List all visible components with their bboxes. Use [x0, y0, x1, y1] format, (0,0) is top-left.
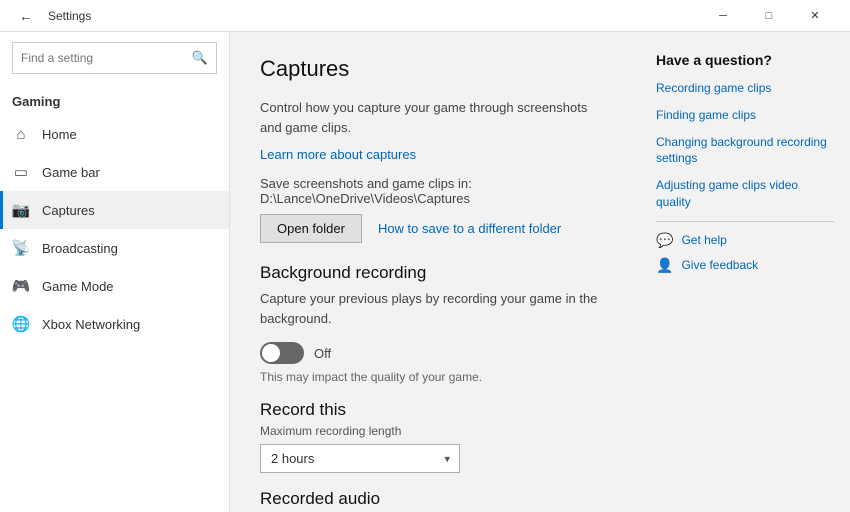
help-link-adjusting[interactable]: Adjusting game clips video quality [656, 177, 834, 211]
titlebar: ← Settings ─ □ ✕ [0, 0, 850, 32]
background-recording-desc: Capture your previous plays by recording… [260, 289, 610, 328]
record-this-title: Record this [260, 400, 610, 420]
close-button[interactable]: ✕ [792, 0, 838, 32]
main-content: Captures Control how you capture your ga… [230, 32, 640, 512]
sidebar-item-label: Broadcasting [42, 241, 118, 256]
minimize-button[interactable]: ─ [700, 0, 746, 32]
sidebar-item-label: Home [42, 127, 77, 142]
learn-more-link[interactable]: Learn more about captures [260, 147, 416, 162]
page-description: Control how you capture your game throug… [260, 98, 610, 137]
background-toggle[interactable] [260, 342, 304, 364]
sidebar-section-label: Gaming [0, 84, 229, 115]
toggle-knob [262, 344, 280, 362]
sidebar-item-broadcasting[interactable]: 📡 Broadcasting [0, 229, 229, 267]
sidebar-item-label: Xbox Networking [42, 317, 140, 332]
maximize-button[interactable]: □ [746, 0, 792, 32]
game-bar-icon: ▭ [12, 163, 30, 181]
sidebar-item-game-mode[interactable]: 🎮 Game Mode [0, 267, 229, 305]
help-link-finding[interactable]: Finding game clips [656, 107, 834, 124]
help-divider [656, 221, 834, 222]
broadcasting-icon: 📡 [12, 239, 30, 257]
sidebar: 🔍 Gaming ⌂ Home ▭ Game bar 📷 Captures 📡 … [0, 32, 230, 512]
main-container: 🔍 Gaming ⌂ Home ▭ Game bar 📷 Captures 📡 … [0, 32, 850, 512]
open-folder-button[interactable]: Open folder [260, 214, 362, 243]
game-mode-icon: 🎮 [12, 277, 30, 295]
folder-button-row: Open folder How to save to a different f… [260, 214, 610, 243]
recorded-audio-title: Recorded audio [260, 489, 610, 509]
window-controls: ─ □ ✕ [700, 0, 838, 32]
help-link-changing[interactable]: Changing background recording settings [656, 134, 834, 168]
help-link-recording[interactable]: Recording game clips [656, 80, 834, 97]
max-length-label: Maximum recording length [260, 424, 610, 438]
get-help-label: Get help [681, 233, 726, 247]
sidebar-item-label: Captures [42, 203, 95, 218]
give-feedback-action[interactable]: 👤 Give feedback [656, 257, 834, 274]
sidebar-item-game-bar[interactable]: ▭ Game bar [0, 153, 229, 191]
sidebar-item-xbox-networking[interactable]: 🌐 Xbox Networking [0, 305, 229, 343]
give-feedback-label: Give feedback [681, 258, 758, 272]
page-title: Captures [260, 56, 610, 82]
toggle-label: Off [314, 346, 331, 361]
sidebar-item-label: Game bar [42, 165, 100, 180]
recorded-audio-section: Recorded audio Change how your game and … [260, 489, 610, 512]
get-help-action[interactable]: 💬 Get help [656, 232, 834, 249]
save-path-text: Save screenshots and game clips in: D:\L… [260, 176, 610, 206]
search-box[interactable]: 🔍 [12, 42, 217, 74]
right-panel: Have a question? Recording game clips Fi… [640, 32, 850, 512]
titlebar-title: Settings [48, 9, 91, 23]
how-to-save-link[interactable]: How to save to a different folder [378, 221, 561, 236]
get-help-icon: 💬 [656, 232, 673, 249]
max-length-select-wrapper: 30 minutes 1 hour 2 hours 4 hours ▾ [260, 444, 460, 473]
background-toggle-row: Off [260, 342, 610, 364]
background-recording-title: Background recording [260, 263, 610, 283]
captures-icon: 📷 [12, 201, 30, 219]
xbox-networking-icon: 🌐 [12, 315, 30, 333]
search-icon: 🔍 [192, 50, 208, 66]
record-this-section: Record this Maximum recording length 30 … [260, 400, 610, 473]
sidebar-item-label: Game Mode [42, 279, 114, 294]
search-input[interactable] [21, 51, 192, 65]
help-title: Have a question? [656, 52, 834, 68]
toggle-note: This may impact the quality of your game… [260, 370, 610, 384]
max-length-select[interactable]: 30 minutes 1 hour 2 hours 4 hours [260, 444, 460, 473]
sidebar-item-captures[interactable]: 📷 Captures [0, 191, 229, 229]
back-button[interactable]: ← [12, 2, 40, 30]
give-feedback-icon: 👤 [656, 257, 673, 274]
sidebar-item-home[interactable]: ⌂ Home [0, 115, 229, 153]
background-recording-section: Background recording Capture your previo… [260, 263, 610, 384]
home-icon: ⌂ [12, 125, 30, 143]
